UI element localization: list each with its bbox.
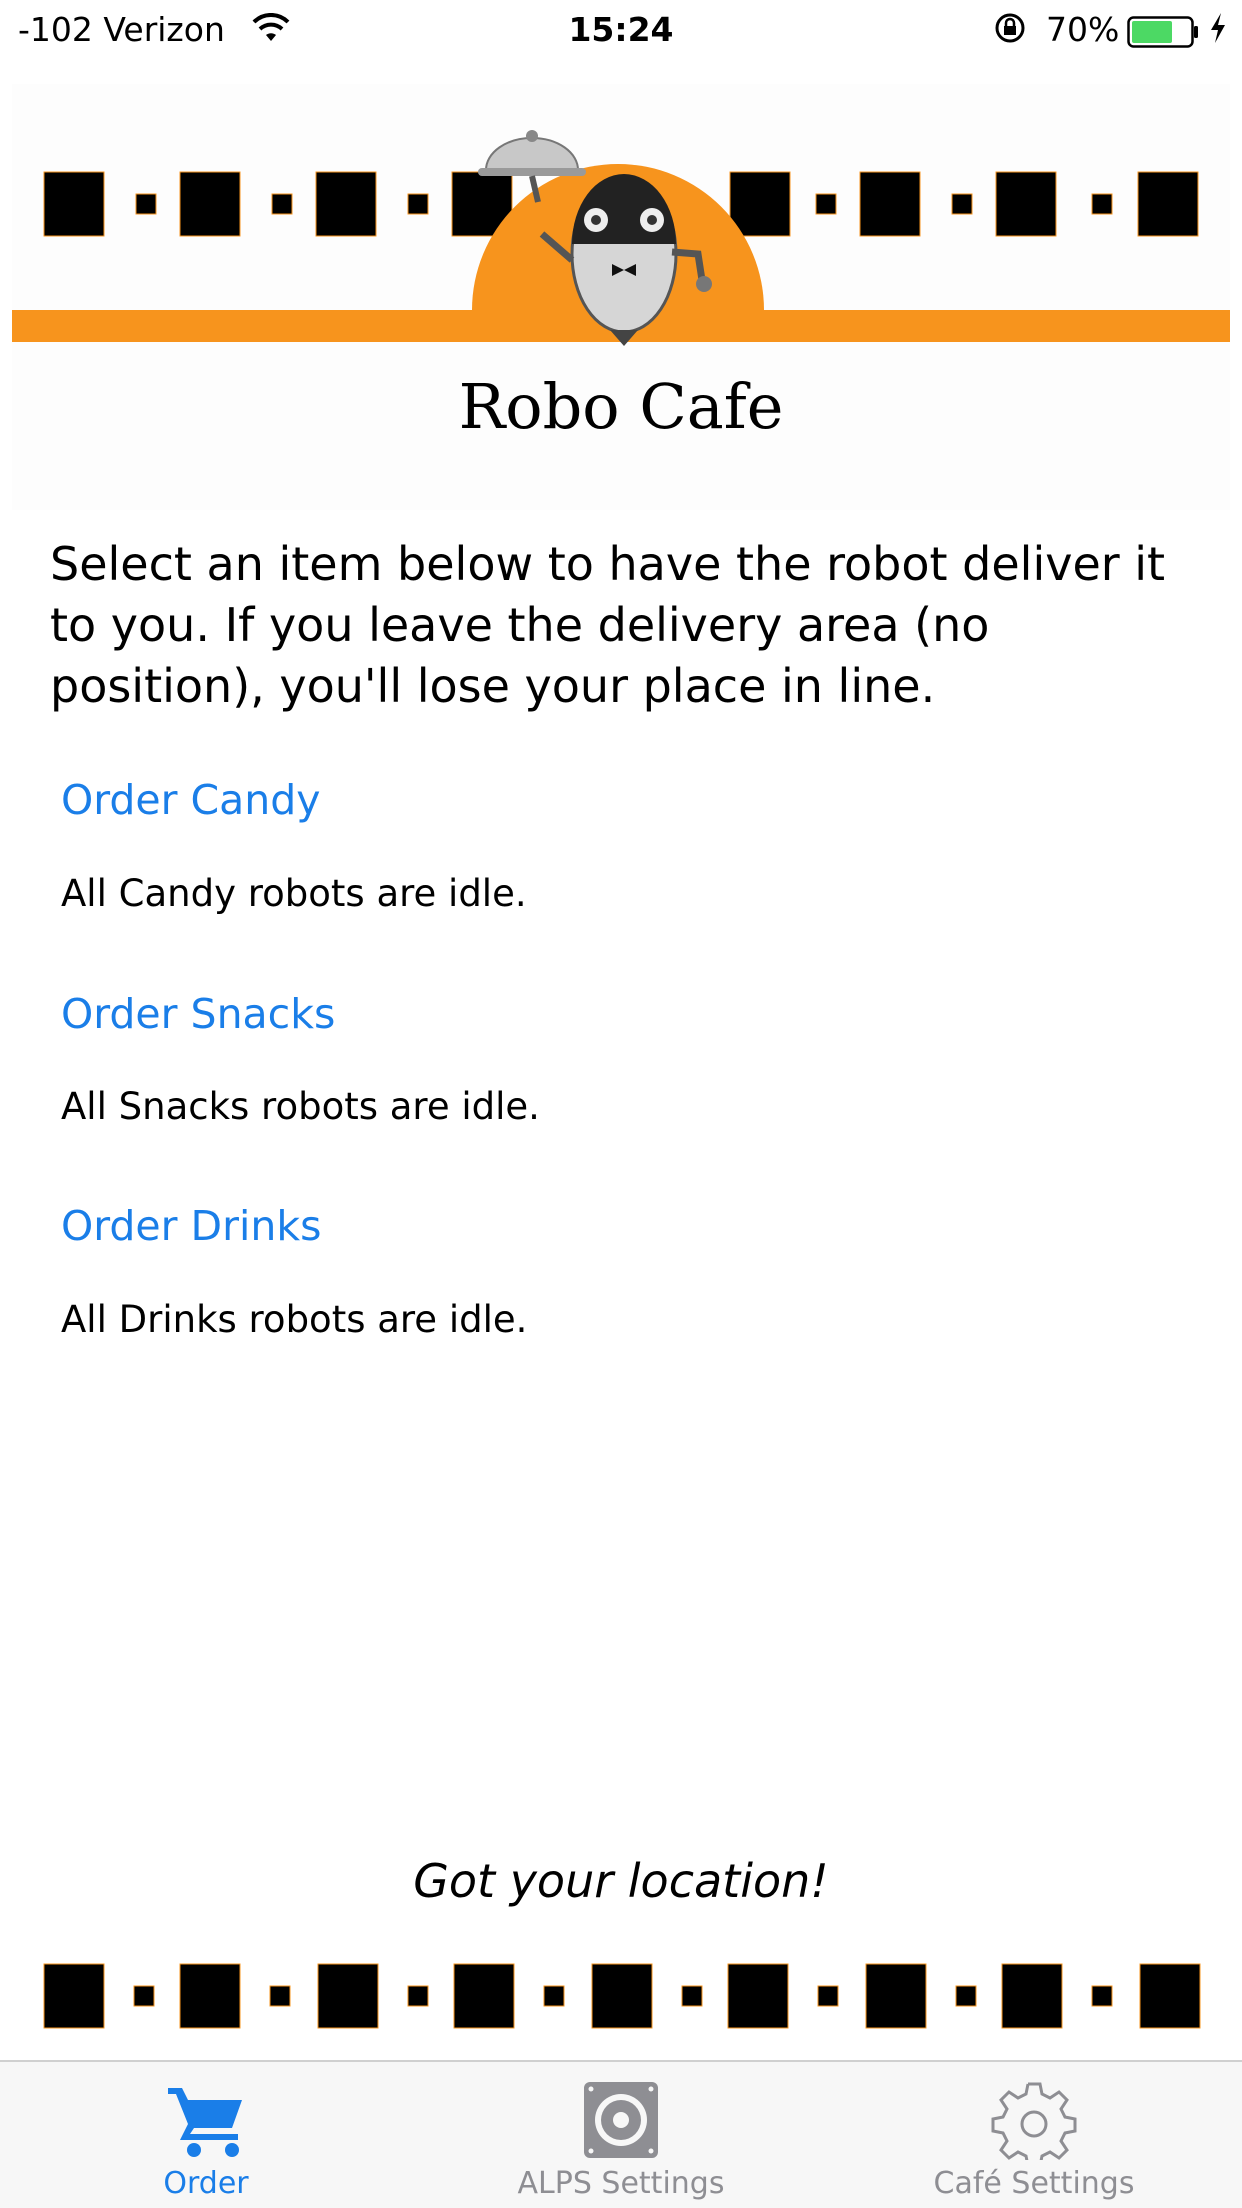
robo-cafe-banner: Robo Cafe [12, 84, 1230, 510]
drinks-status-text: All Drinks robots are idle. [61, 1298, 528, 1341]
app-title: Robo Cafe [458, 370, 784, 443]
location-status-message: Got your location! [413, 1854, 829, 1908]
status-bar: -102 Verizon 15:24 70% [0, 0, 1242, 62]
snacks-status-text: All Snacks robots are idle. [61, 1085, 540, 1128]
tab-cafe-settings-label: Café Settings [933, 2166, 1135, 2201]
tab-order-label: Order [163, 2166, 249, 2201]
battery-icon [1127, 16, 1199, 56]
bottom-decorative-pattern [43, 1963, 1201, 2029]
tab-alps-settings[interactable]: ALPS Settings [471, 2062, 771, 2208]
order-snacks-button[interactable]: Order Snacks [61, 990, 335, 1038]
candy-status-text: All Candy robots are idle. [61, 872, 527, 915]
speaker-icon [471, 2080, 771, 2160]
tab-order[interactable]: Order [56, 2062, 356, 2208]
battery-percent: 70% [1046, 10, 1120, 49]
tab-alps-settings-label: ALPS Settings [517, 2166, 725, 2201]
instructions-text: Select an item below to have the robot d… [50, 537, 1166, 713]
order-drinks-button[interactable]: Order Drinks [61, 1202, 321, 1250]
gear-icon [884, 2080, 1184, 2167]
cart-icon [56, 2080, 356, 2160]
orientation-lock-icon [992, 12, 1028, 52]
tab-bar: Order ALPS Settings Café Settings [0, 2060, 1242, 2208]
charging-bolt-icon [1209, 12, 1227, 52]
robo-cafe-screen: -102 Verizon 15:24 70% Robo Cafe Select … [0, 0, 1242, 2208]
tab-cafe-settings[interactable]: Café Settings [884, 2062, 1184, 2208]
banner-graphic [12, 130, 1230, 346]
order-candy-button[interactable]: Order Candy [61, 776, 321, 824]
